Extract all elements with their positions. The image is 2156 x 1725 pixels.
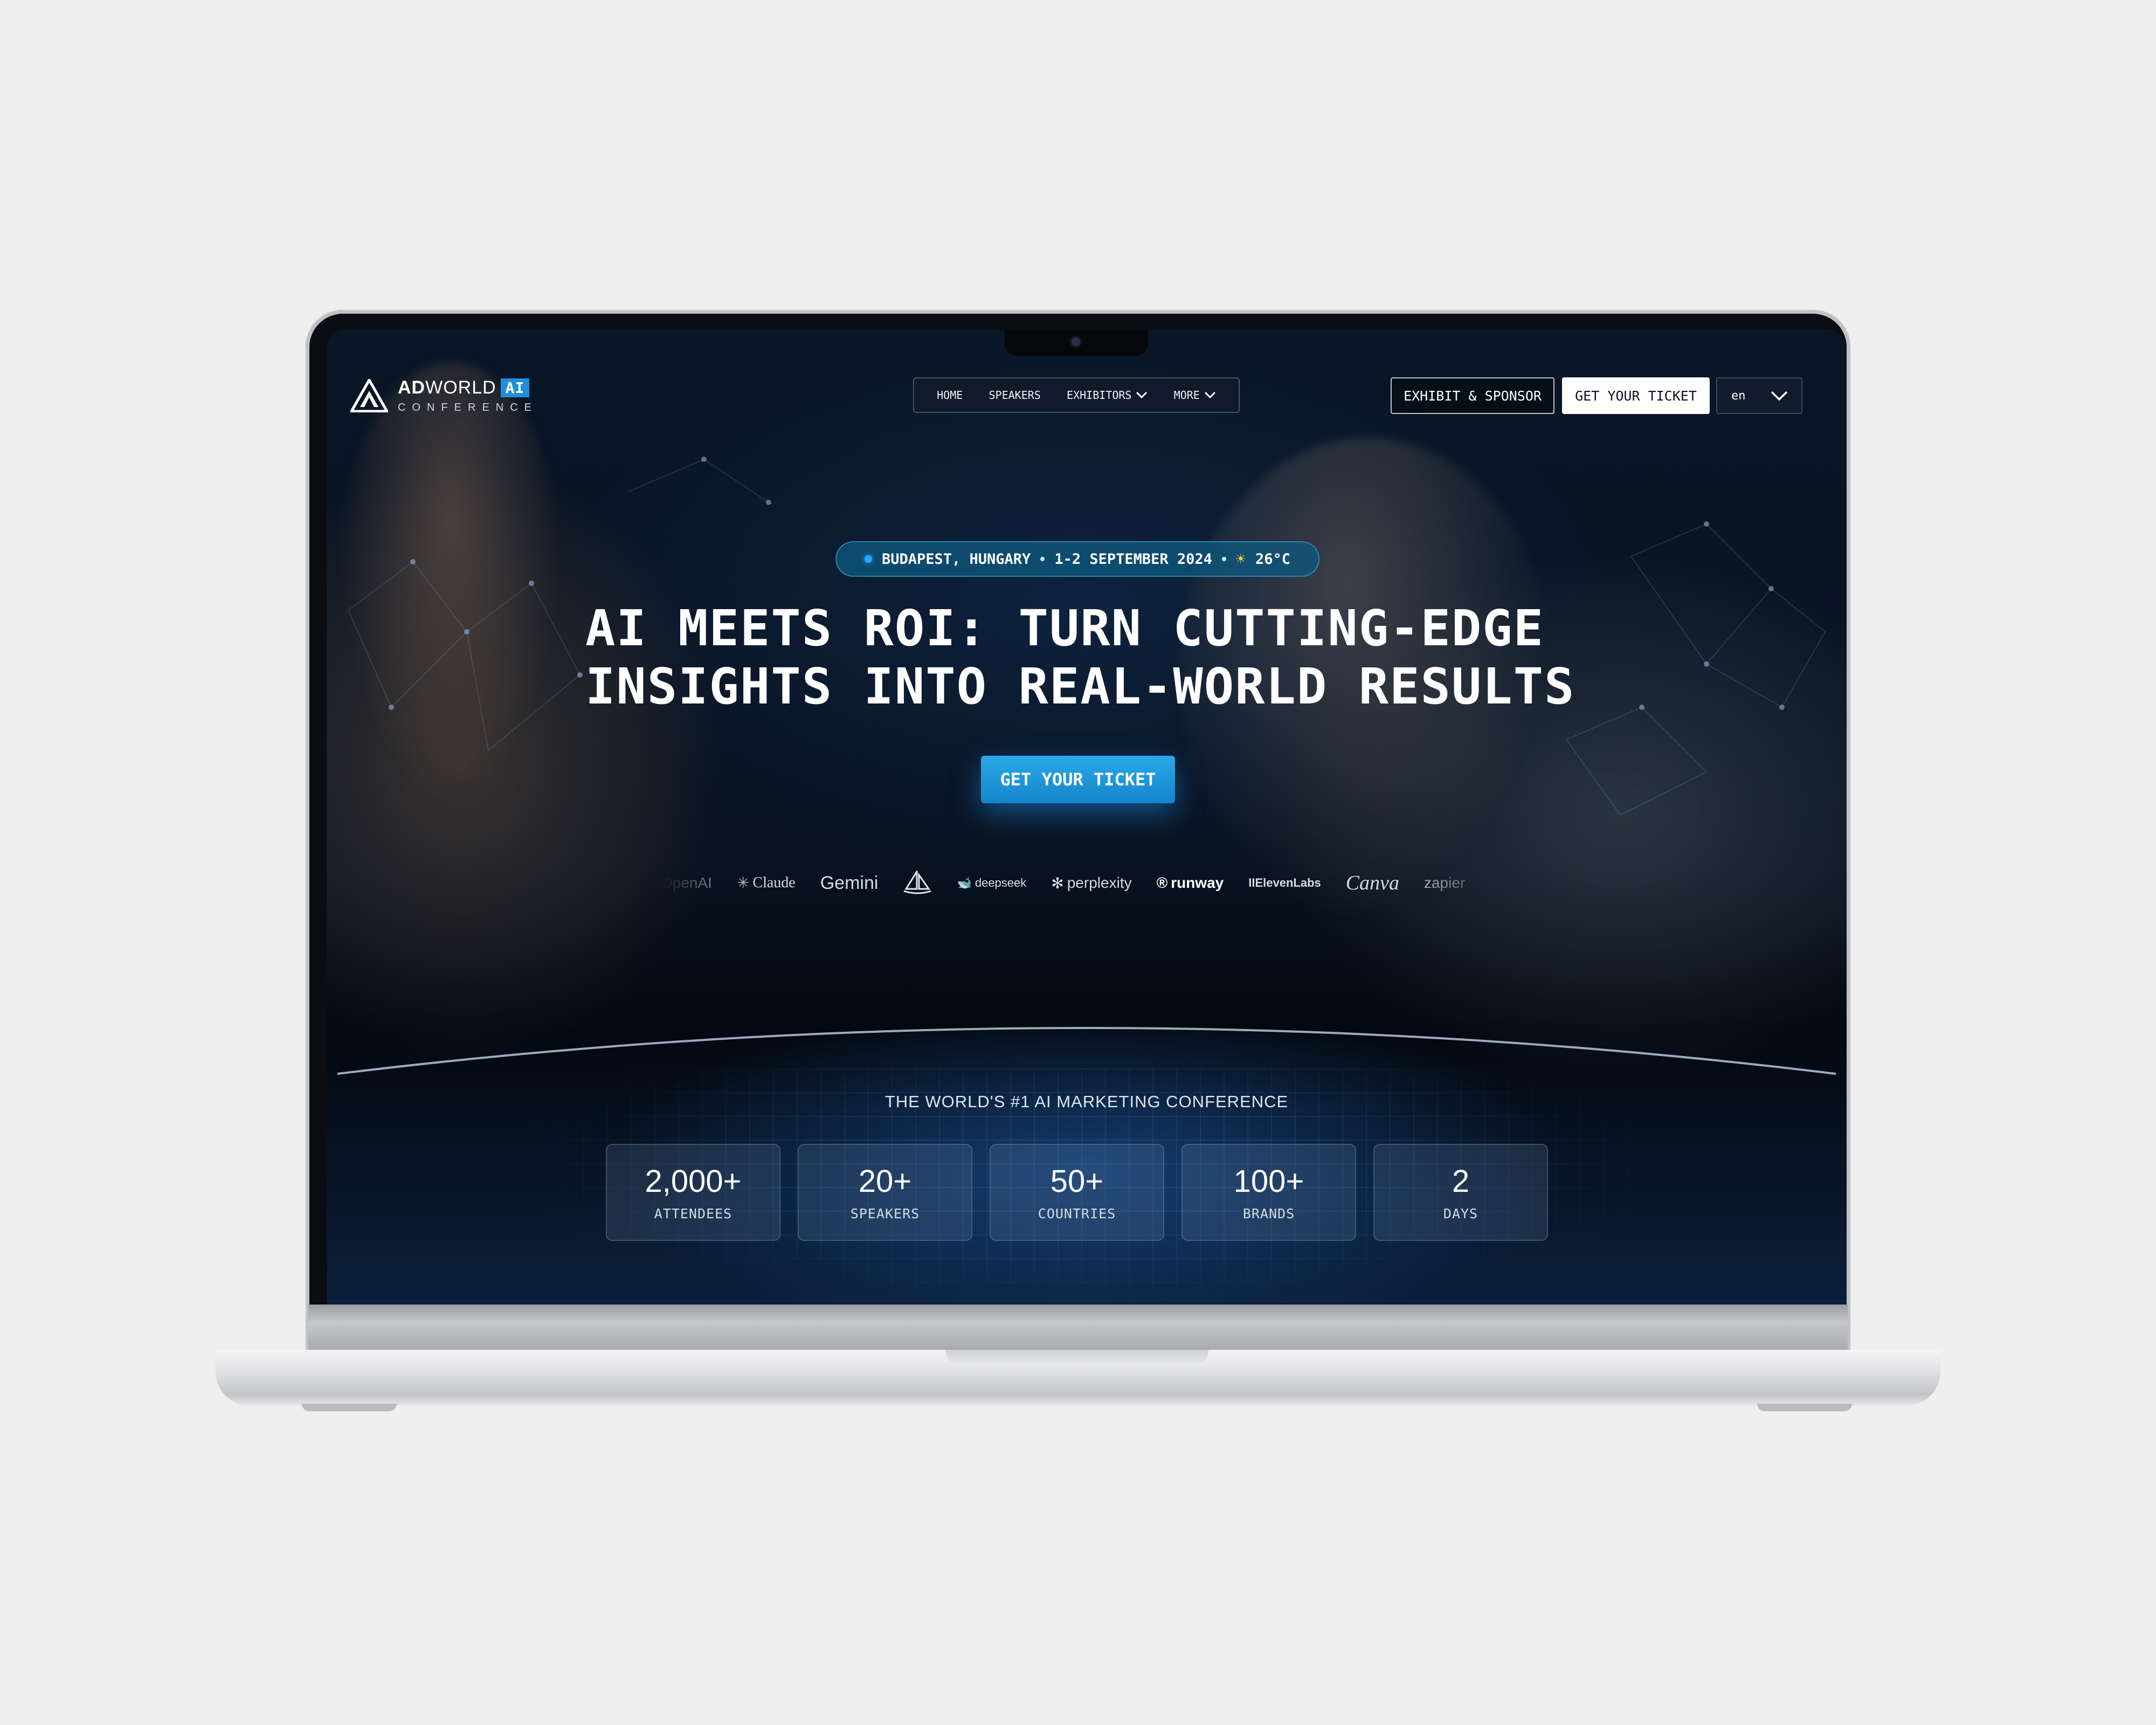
brand-logo-strip: OpenAI ✳ Claude Gemini 🐋 deepseek ✻ perplex…: [661, 867, 1502, 899]
logo-brand-rest: WORLD: [425, 377, 496, 398]
headline-line-2: INSIGHTS INTO REAL-WORLD RESULTS: [585, 658, 1575, 715]
claude-star-icon: ✳: [736, 875, 750, 892]
language-value: en: [1731, 389, 1746, 403]
separator-dot-icon: [1040, 557, 1045, 561]
brand-deepseek-name: deepseek: [975, 876, 1027, 889]
logo-triangle-icon: [350, 379, 388, 412]
brand-perplexity-name: perplexity: [1067, 874, 1132, 891]
nav-home-label: HOME: [937, 389, 963, 402]
whale-icon: 🐋: [957, 876, 972, 889]
logo-ai-badge: AI: [500, 378, 530, 397]
logo[interactable]: ADWORLD AI CONFERENCE: [350, 377, 538, 414]
laptop-hinge: [308, 1305, 1848, 1350]
stat-card-days: 2 DAYS: [1373, 1144, 1548, 1241]
headline-line-1: AI MEETS ROI: TURN CUTTING-EDGE: [585, 599, 1545, 657]
brand-runway-name: runway: [1171, 874, 1224, 891]
horizon-arc: [337, 1027, 1836, 1075]
live-dot-icon: [864, 555, 872, 563]
stats-row: 2,000+ ATTENDEES 20+ SPEAKERS 50+ COUNTR…: [606, 1144, 1548, 1241]
camera-icon: [1072, 337, 1080, 346]
nav-exhibitors[interactable]: EXHIBITORS: [1067, 389, 1148, 402]
chevron-down-icon: [1771, 391, 1788, 401]
stat-label: DAYS: [1443, 1206, 1478, 1222]
stat-label: COUNTRIES: [1038, 1206, 1116, 1222]
website-screen: ADWORLD AI CONFERENCE HOME SPEAKERS EXHI…: [327, 330, 1847, 1305]
nav-more[interactable]: MORE: [1174, 389, 1216, 402]
chevron-down-icon: [1204, 391, 1215, 399]
event-temperature: 26°C: [1255, 550, 1291, 568]
brand-claude-logo: ✳ Claude: [737, 874, 796, 892]
brand-openai-logo: OpenAI: [661, 874, 712, 891]
brand-perplexity-logo: ✻ perplexity: [1051, 874, 1131, 892]
hero-ticket-button[interactable]: GET YOUR TICKET: [981, 756, 1175, 803]
header-ticket-button[interactable]: GET YOUR TICKET: [1562, 377, 1710, 414]
logo-brand-bold: AD: [398, 377, 426, 398]
runway-r-icon: ®: [1156, 874, 1168, 891]
brand-elevenlabs-logo: IIElevenLabs: [1248, 876, 1321, 889]
chevron-down-icon: [1136, 391, 1148, 399]
event-info-pill: BUDAPEST, HUNGARY 1-2 SEPTEMBER 2024 ☀ 2…: [835, 541, 1319, 577]
hero-headline: AI MEETS ROI: TURN CUTTING-EDGE INSIGHTS…: [585, 599, 1588, 716]
event-location: BUDAPEST, HUNGARY: [881, 550, 1031, 568]
exhibit-sponsor-button[interactable]: EXHIBIT & SPONSOR: [1391, 377, 1554, 414]
nav-exhibitors-label: EXHIBITORS: [1067, 389, 1132, 402]
stat-card-attendees: 2,000+ ATTENDEES: [606, 1144, 780, 1241]
separator-dot-icon: [1221, 557, 1226, 561]
stat-value: 2: [1452, 1164, 1470, 1199]
stat-value: 100+: [1233, 1164, 1304, 1199]
stat-label: ATTENDEES: [654, 1206, 733, 1222]
event-dates: 1-2 SEPTEMBER 2024: [1054, 550, 1212, 568]
stat-value: 20+: [858, 1164, 912, 1199]
brand-runway-logo: ® runway: [1157, 874, 1224, 892]
conference-tagline: THE WORLD'S #1 AI MARKETING CONFERENCE: [884, 1092, 1289, 1111]
laptop-opening-notch: [945, 1350, 1208, 1366]
stat-card-brands: 100+ BRANDS: [1181, 1144, 1356, 1241]
stat-card-speakers: 20+ SPEAKERS: [798, 1144, 972, 1241]
brand-gemini-logo: Gemini: [820, 872, 879, 893]
stat-label: SPEAKERS: [850, 1206, 920, 1222]
sailboat-icon: [903, 871, 931, 894]
brand-zapier-logo: zapier: [1423, 874, 1466, 891]
nav-home[interactable]: HOME: [937, 389, 963, 402]
logo-subtitle: CONFERENCE: [398, 402, 538, 413]
laptop-foot-left: [302, 1404, 397, 1411]
nav-more-label: MORE: [1173, 389, 1200, 402]
nav-speakers[interactable]: SPEAKERS: [989, 389, 1041, 402]
logo-wordmark: ADWORLD AI CONFERENCE: [398, 377, 538, 414]
brand-midjourney-logo: [903, 871, 932, 895]
main-nav: HOME SPEAKERS EXHIBITORS MORE: [913, 377, 1240, 413]
brand-canva-logo: Canva: [1345, 872, 1399, 894]
brand-deepseek-logo: 🐋 deepseek: [957, 876, 1026, 890]
laptop-foot-right: [1757, 1404, 1852, 1411]
stat-value: 2,000+: [645, 1164, 742, 1199]
nav-speakers-label: SPEAKERS: [989, 389, 1041, 402]
perplexity-icon: ✻: [1051, 874, 1064, 892]
stat-label: BRANDS: [1242, 1206, 1295, 1222]
brand-claude-name: Claude: [752, 874, 796, 891]
stat-card-countries: 50+ COUNTRIES: [990, 1144, 1164, 1241]
language-select[interactable]: en: [1716, 377, 1802, 414]
stat-value: 50+: [1050, 1164, 1104, 1199]
sun-icon: ☀: [1235, 549, 1246, 569]
